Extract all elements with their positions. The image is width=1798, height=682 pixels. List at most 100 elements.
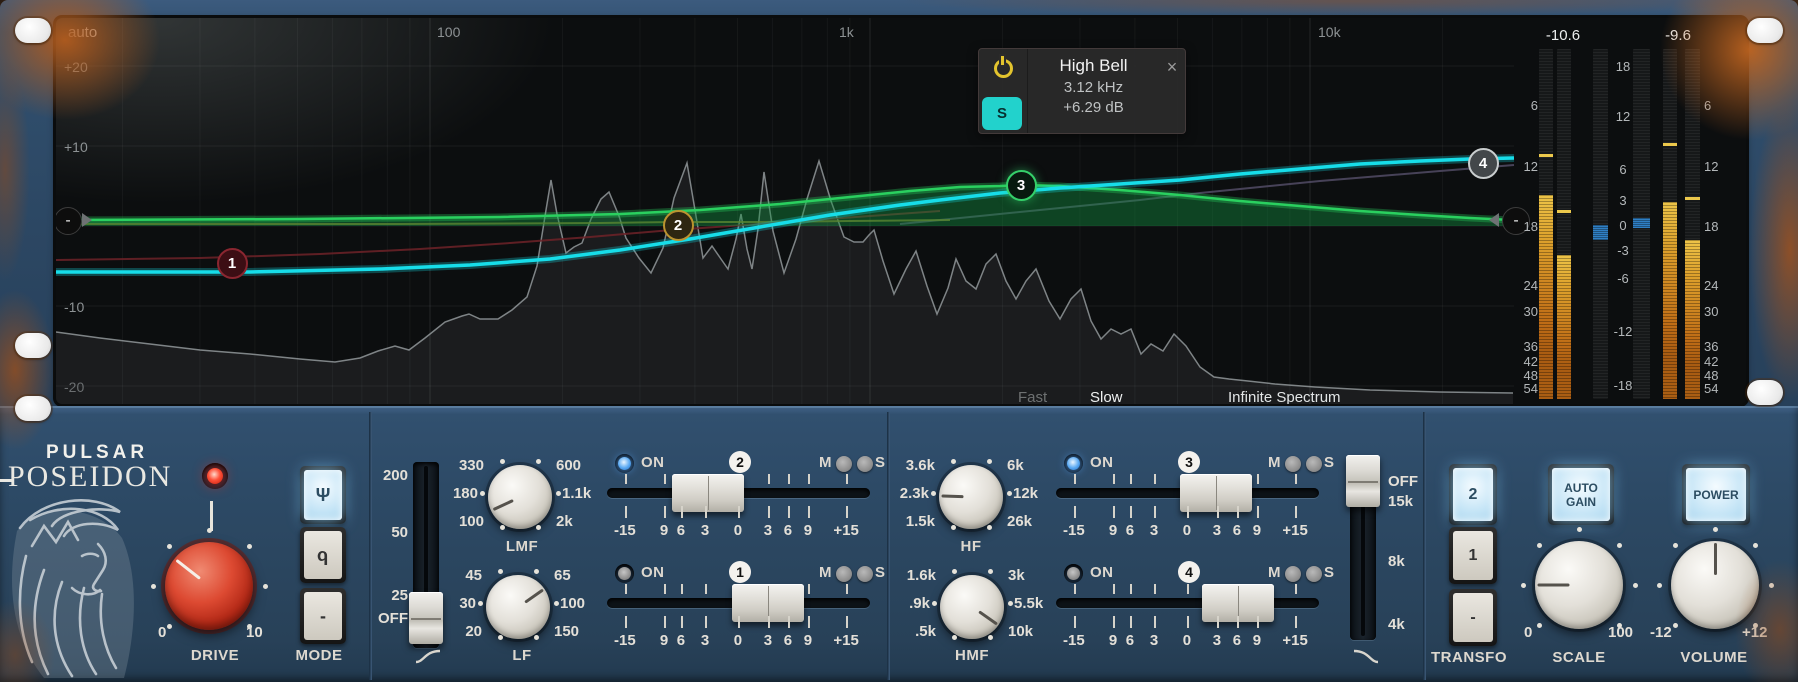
db-label-minus20: -20 [64, 379, 85, 395]
hpf-scale-200: 200 [382, 467, 408, 484]
gain-scale-label: 3 [763, 632, 773, 649]
spectrum-mode-button[interactable]: Infinite Spectrum [1228, 389, 1341, 404]
meter-element: 12 [1523, 159, 1538, 174]
band-4-side-button[interactable] [1306, 566, 1322, 582]
meter-readout-right: -9.6 [1665, 27, 1691, 44]
lpf-icon [1353, 649, 1379, 664]
gain-scale-label: +15 [1282, 632, 1308, 649]
hmf-freq-1k6: 1.6k [906, 567, 936, 584]
knob-dot [1520, 582, 1526, 588]
auto-gain-button[interactable]: AUTO GAIN [1548, 464, 1614, 525]
mode-button-rho[interactable]: ρ [300, 527, 346, 583]
poseidon-plugin-window: auto +20 +10 -10 -20 100 1k 10k 1 2 3 4 … [0, 0, 1798, 682]
knob-dot [1536, 622, 1542, 628]
analyzer-speed-slow[interactable]: Slow [1090, 389, 1123, 404]
drive-led-bezel [202, 463, 228, 489]
meter-element [1539, 195, 1553, 399]
analyzer-speed-fast[interactable]: Fast [1018, 389, 1047, 404]
hf-knob[interactable] [939, 465, 1003, 529]
band-2-on-label[interactable]: ON [641, 454, 665, 471]
band-tooltip-close-icon[interactable]: × [1159, 49, 1185, 133]
mode-button-minus[interactable]: - [300, 588, 346, 644]
auto-scale-button[interactable]: auto [68, 24, 97, 41]
hf-freq-12k: 12k [1013, 485, 1039, 502]
scale-knob[interactable] [1535, 541, 1623, 629]
lmf-freq-600: 600 [556, 457, 582, 474]
band-3-row: ON 3 M S -15 9 6 3 0 3 6 9 +15 [1056, 450, 1338, 550]
hpf-fader: 200 50 25 OFF [378, 443, 490, 682]
band-1-row: ON 1 M S -15 9 6 3 0 3 6 9 +15 [607, 560, 889, 660]
band-3-number-badge: 3 [1178, 451, 1200, 473]
band-3-side-button[interactable] [1306, 456, 1322, 472]
band-4-on-led [1067, 567, 1080, 580]
transfo-button-minus[interactable]: - [1449, 589, 1497, 646]
volume-knob[interactable] [1671, 541, 1759, 629]
band-4-mid-button[interactable] [1285, 566, 1301, 582]
band-2-mid-button[interactable] [836, 456, 852, 472]
band-3-mid-button[interactable] [1285, 456, 1301, 472]
lmf-knob[interactable] [488, 465, 552, 529]
meter-element: 18 [1704, 219, 1719, 234]
lpf-fader: OFF 15k 8k 4k [1346, 443, 1456, 682]
drive-knob[interactable] [165, 542, 253, 630]
band-4-handle[interactable]: 4 [1467, 147, 1499, 179]
mode-button-psi[interactable]: Ψ [300, 466, 346, 524]
knob-dot [951, 568, 957, 574]
hpf-fader-handle[interactable] [409, 591, 443, 644]
gain-scale-label: -15 [1063, 522, 1085, 539]
band-2-ticks-bottom [607, 506, 870, 518]
band-1-side-button[interactable] [857, 566, 873, 582]
db-label-plus20: +20 [64, 59, 88, 75]
gain-scale-label: -15 [614, 632, 636, 649]
gain-scale-label: 9 [1108, 522, 1118, 539]
knob-dot [1672, 542, 1678, 548]
lf-freq-30: 30 [459, 595, 476, 612]
lpf-fader-handle[interactable] [1346, 455, 1380, 507]
meter-element: 24 [1523, 278, 1538, 293]
knob-dot [1656, 582, 1662, 588]
band-type-label: High Bell [1059, 56, 1128, 75]
power-button[interactable]: POWER [1682, 464, 1750, 525]
band-2-side-button[interactable] [857, 456, 873, 472]
scale-label: SCALE [1552, 649, 1606, 666]
lf-freq-150: 150 [554, 623, 580, 640]
band-2-on-led [618, 457, 631, 470]
knob-dot [150, 583, 156, 589]
lf-knob[interactable] [486, 575, 550, 639]
lf-label: LF [512, 647, 532, 664]
knob-dot [1007, 600, 1013, 606]
hmf-knob[interactable] [940, 575, 1004, 639]
lpf-handle-arrow-icon [1489, 213, 1499, 227]
lmf-freq-1k1: 1.1k [562, 485, 592, 502]
gain-scale-label: 9 [803, 632, 813, 649]
band-power-icon[interactable] [994, 56, 1013, 78]
knob-dot [497, 634, 503, 640]
band-3-on-label[interactable]: ON [1090, 454, 1114, 471]
knob-dot [1752, 542, 1758, 548]
band-1-on-label[interactable]: ON [641, 564, 665, 581]
lf-freq-45: 45 [465, 567, 482, 584]
transfo-button-2[interactable]: 2 [1449, 464, 1497, 525]
band-solo-button[interactable]: S [982, 97, 1022, 130]
knob-dot [555, 490, 561, 496]
model-name-dash [0, 479, 12, 482]
gain-scale-label: 9 [1108, 632, 1118, 649]
band-2-handle[interactable]: 2 [662, 209, 694, 241]
band-1-mid-button[interactable] [836, 566, 852, 582]
lf-knob-wrap: 45 65 30 100 20 150 [459, 567, 585, 640]
gain-scale-label: 6 [1125, 632, 1135, 649]
gain-scale-label: 6 [676, 522, 686, 539]
meter-element [1663, 202, 1677, 399]
meter-element [1557, 210, 1571, 213]
db-label-minus10: -10 [64, 299, 85, 315]
band-3-handle[interactable]: 3 [1005, 169, 1037, 201]
band-4-gain-track[interactable] [1056, 598, 1319, 608]
drive-label: DRIVE [190, 647, 240, 664]
hmf-knob-wrap: 1.6k 3k .9k 5.5k .5k 10k [907, 567, 1043, 640]
gain-scale-label: 3 [1212, 522, 1222, 539]
mode-label: MODE [295, 647, 343, 664]
band-4-on-label[interactable]: ON [1090, 564, 1114, 581]
hmf-freq-p9k: .9k [909, 595, 930, 612]
transfo-button-1[interactable]: 1 [1449, 527, 1497, 584]
band-1-handle[interactable]: 1 [216, 247, 248, 279]
